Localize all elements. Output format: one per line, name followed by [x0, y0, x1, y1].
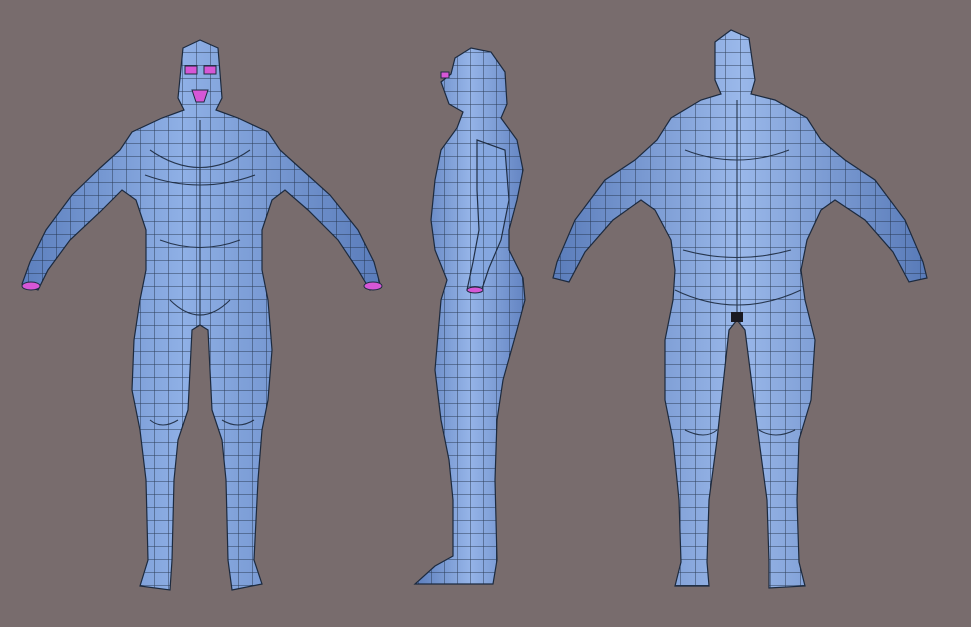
side-view-mesh	[413, 47, 526, 585]
back-view-mesh	[552, 29, 928, 589]
front-body	[21, 39, 381, 591]
back-body	[552, 29, 928, 589]
front-view	[0, 0, 410, 627]
model-viewport	[0, 0, 971, 627]
front-view-mesh	[21, 39, 383, 591]
back-view	[545, 0, 971, 627]
side-body	[413, 47, 526, 585]
side-view	[405, 0, 555, 627]
